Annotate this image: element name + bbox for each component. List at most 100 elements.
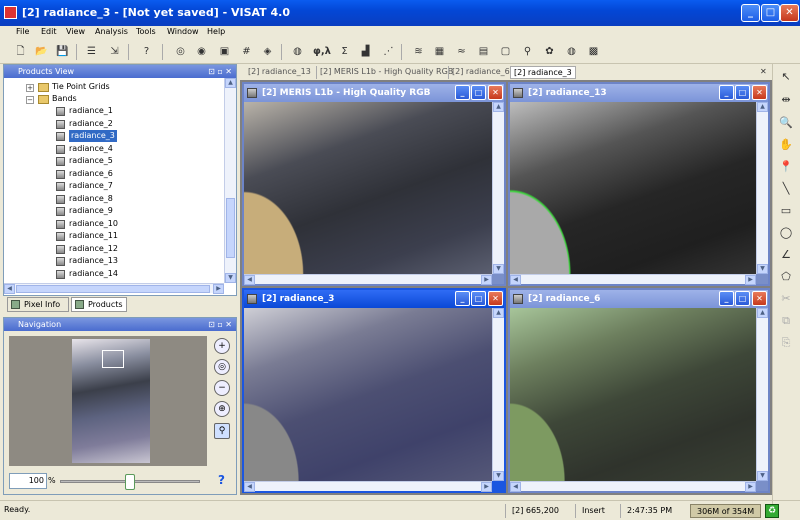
zoom-in-icon[interactable]: +	[214, 338, 230, 354]
paste-shape-icon[interactable]: ⎘	[777, 334, 795, 352]
radiance-13-image[interactable]	[510, 102, 756, 274]
tree-item-band[interactable]: radiance_3	[69, 130, 117, 142]
pixel-info-icon[interactable]: ◉	[193, 43, 210, 60]
maximize-button[interactable]: □	[761, 4, 780, 22]
collapse-bands-icon[interactable]: −	[26, 96, 34, 104]
export-icon[interactable]: ⇲	[106, 43, 123, 60]
menu-tools[interactable]: Tools	[136, 27, 156, 36]
new-product-icon[interactable]: 🗋	[12, 43, 29, 60]
view-close-button[interactable]: ✕	[752, 291, 767, 306]
view-horizontal-scrollbar[interactable]: ◀ ▶	[510, 274, 756, 285]
doc-tab-meris-rgb[interactable]: [2] MERIS L1b - High Quality RGB	[316, 66, 453, 79]
zoom-input[interactable]: 100	[9, 473, 47, 489]
polyline-tool-icon[interactable]: ∠	[777, 246, 795, 264]
grid-icon[interactable]: ▩	[585, 43, 602, 60]
view-maximize-button[interactable]: □	[735, 85, 750, 100]
menu-window[interactable]: Window	[167, 27, 199, 36]
products-horizontal-scrollbar[interactable]: ◀ ▶	[4, 283, 224, 294]
radiance-3-image[interactable]	[244, 308, 492, 481]
tree-item-bands[interactable]: Bands	[52, 93, 77, 105]
mosaic-icon[interactable]: ▦	[431, 43, 448, 60]
tree-item-band[interactable]: radiance_2	[69, 118, 113, 130]
panel-controls-icon[interactable]: ⊡ ▫ ✕	[208, 65, 232, 78]
palette-icon[interactable]: ✿	[541, 43, 558, 60]
delete-shape-icon[interactable]: ✂	[777, 290, 795, 308]
view-vertical-scrollbar[interactable]: ▲ ▼	[492, 308, 504, 481]
close-button[interactable]: ✕	[780, 4, 799, 22]
minimize-button[interactable]: _	[741, 4, 760, 22]
statistics-icon[interactable]: ▣	[216, 43, 233, 60]
view-radiance-3[interactable]: [2] radiance_3 _ □ ✕ ▲ ▼ ◀ ▶	[242, 288, 506, 493]
histogram-icon[interactable]: ▟	[357, 43, 374, 60]
view-radiance-6-titlebar[interactable]: [2] radiance_6 _ □ ✕	[510, 290, 768, 308]
globe-icon[interactable]: ◍	[563, 43, 580, 60]
view-close-button[interactable]: ✕	[752, 85, 767, 100]
view-horizontal-scrollbar[interactable]: ◀ ▶	[510, 481, 756, 492]
doc-tab-radiance-3[interactable]: [2] radiance_3	[510, 66, 576, 79]
pin-icon[interactable]: ⚲	[519, 43, 536, 60]
view-maximize-button[interactable]: □	[471, 85, 486, 100]
range-finder-icon[interactable]: ⇹	[777, 91, 795, 109]
view-horizontal-scrollbar[interactable]: ◀ ▶	[244, 481, 492, 492]
tree-item-tie-point-grids[interactable]: Tie Point Grids	[52, 81, 110, 93]
tree-item-band[interactable]: radiance_14	[69, 268, 118, 280]
view-radiance-13-titlebar[interactable]: [2] radiance_13 _ □ ✕	[510, 84, 768, 102]
tree-item-band[interactable]: radiance_11	[69, 230, 118, 242]
copy-shape-icon[interactable]: ⧉	[777, 312, 795, 330]
rectangle-tool-icon[interactable]: ▭	[777, 202, 795, 220]
properties-icon[interactable]: ☰	[83, 43, 100, 60]
tree-item-band[interactable]: radiance_12	[69, 243, 118, 255]
expand-tie-point-grids-icon[interactable]: +	[26, 84, 34, 92]
view-minimize-button[interactable]: _	[455, 291, 470, 306]
save-product-icon[interactable]: 💾	[54, 43, 71, 60]
sigma-icon[interactable]: Σ	[336, 43, 353, 60]
zoom-all-icon[interactable]: ⊕	[214, 401, 230, 417]
view-meris-rgb-titlebar[interactable]: [2] MERIS L1b - High Quality RGB _ □ ✕	[244, 84, 504, 102]
view-vertical-scrollbar[interactable]: ▲ ▼	[756, 102, 768, 274]
doc-tab-radiance-13[interactable]: [2] radiance_13	[248, 66, 311, 79]
database-icon[interactable]: ▤	[475, 43, 492, 60]
sync-views-icon[interactable]: ⚲	[214, 423, 230, 439]
zoom-tool-icon[interactable]: 🔍	[777, 114, 795, 132]
band-maths-icon[interactable]: ◍	[289, 43, 306, 60]
tree-item-band[interactable]: radiance_9	[69, 205, 113, 217]
view-vertical-scrollbar[interactable]: ▲ ▼	[492, 102, 504, 274]
view-minimize-button[interactable]: _	[719, 291, 734, 306]
view-radiance-3-titlebar[interactable]: [2] radiance_3 _ □ ✕	[244, 290, 504, 308]
zoom-default-icon[interactable]: ◎	[214, 359, 230, 375]
tree-item-band[interactable]: radiance_13	[69, 255, 118, 267]
spectrum-icon[interactable]: ≈	[453, 43, 470, 60]
overlay-icon[interactable]: #	[238, 43, 255, 60]
view-vertical-scrollbar[interactable]: ▲ ▼	[756, 308, 768, 481]
zoom-out-icon[interactable]: −	[214, 380, 230, 396]
polygon-tool-icon[interactable]: ⬠	[777, 268, 795, 286]
pan-tool-icon[interactable]: ✋	[777, 136, 795, 154]
open-product-icon[interactable]: 📂	[33, 43, 50, 60]
view-maximize-button[interactable]: □	[735, 291, 750, 306]
menu-file[interactable]: File	[16, 27, 29, 36]
layers-icon[interactable]: ◈	[259, 43, 276, 60]
tree-item-band[interactable]: radiance_10	[69, 218, 118, 230]
meris-rgb-image[interactable]	[244, 102, 492, 274]
navigation-overview[interactable]	[9, 336, 207, 466]
view-horizontal-scrollbar[interactable]: ◀ ▶	[244, 274, 492, 285]
menu-analysis[interactable]: Analysis	[95, 27, 128, 36]
tree-item-band[interactable]: radiance_5	[69, 155, 113, 167]
panel-controls-icon[interactable]: ⊡ ▫ ✕	[208, 318, 232, 331]
view-close-button[interactable]: ✕	[488, 291, 503, 306]
help-icon[interactable]: ?	[218, 473, 225, 487]
image-view-icon[interactable]: ◎	[172, 43, 189, 60]
roi-icon[interactable]: ▢	[497, 43, 514, 60]
scatter-plot-icon[interactable]: ⋰	[380, 43, 397, 60]
help-icon[interactable]: ?	[138, 43, 155, 60]
projection-icon[interactable]: ≋	[410, 43, 427, 60]
garbage-collect-icon[interactable]: ♻	[765, 504, 779, 518]
view-close-button[interactable]: ✕	[488, 85, 503, 100]
menu-help[interactable]: Help	[207, 27, 225, 36]
close-tabs-icon[interactable]: ✕	[760, 66, 767, 79]
view-maximize-button[interactable]: □	[471, 291, 486, 306]
view-radiance-6[interactable]: [2] radiance_6 _ □ ✕ ▲ ▼ ◀ ▶	[508, 288, 770, 493]
memory-usage[interactable]: 306M of 354M	[690, 504, 762, 518]
view-minimize-button[interactable]: _	[455, 85, 470, 100]
view-minimize-button[interactable]: _	[719, 85, 734, 100]
